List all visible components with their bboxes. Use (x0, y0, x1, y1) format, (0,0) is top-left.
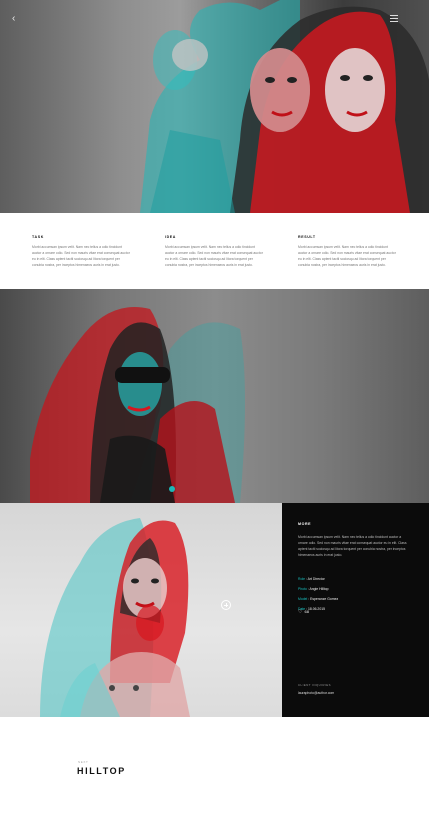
gallery-image-3 (0, 503, 282, 717)
meta-value: Esperanze Gomez (310, 597, 339, 601)
column-title: TASK (32, 235, 44, 239)
meta-value: Art Director (307, 577, 325, 581)
hero-photo-glitch (140, 0, 429, 213)
client-inquiries-label: CLIENT INQUIRIES (298, 683, 331, 687)
panel-title: MORE (298, 522, 312, 526)
column-result: RESULT Morbi accumsan ipsum velit. Nam n… (298, 235, 398, 268)
column-title: RESULT (298, 235, 316, 239)
portfolio-page: ‹ TASK Morbi accumsan ipsum velit. Nam n… (0, 0, 429, 817)
column-text: Morbi accumsan ipsum velit. Nam nec tell… (165, 245, 263, 267)
project-info-panel: MORE Morbi accumsan ipsum velit. Nam nec… (282, 503, 429, 717)
gallery-image-2 (0, 289, 429, 503)
meta-key: Photo (298, 587, 307, 591)
meta-key: Role (298, 577, 305, 581)
next-project-link[interactable]: HILLTOP (77, 766, 126, 776)
meta-role: Role : Art Director (298, 574, 410, 584)
plus-circle-icon[interactable] (221, 600, 231, 610)
chevron-left-icon[interactable]: ‹ (12, 13, 20, 25)
mid-photo-glitch (30, 307, 245, 503)
project-summary: TASK Morbi accumsan ipsum velit. Nam nec… (0, 213, 429, 289)
column-text: Morbi accumsan ipsum velit. Nam nec tell… (298, 245, 396, 267)
column-idea: IDEA Morbi accumsan ipsum velit. Nam nec… (165, 235, 265, 268)
client-email-link[interactable]: lauraphoto@author.com (298, 691, 334, 695)
next-label: NEXT (78, 760, 89, 764)
detail-photo-glitch (40, 518, 190, 717)
meta-value: Angie Hilltop (309, 587, 329, 591)
meta-key: Model (298, 597, 308, 601)
next-project: NEXT HILLTOP (0, 717, 429, 817)
meta-model: Model : Esperanze Gomez (298, 594, 410, 604)
meta-value: 18.06.2015 (308, 607, 325, 611)
project-meta-list: Role : Art Director Photo : Angie Hillto… (298, 574, 410, 614)
column-text: Morbi accumsan ipsum velit. Nam nec tell… (32, 245, 130, 267)
hero-image: ‹ (0, 0, 429, 213)
panel-description: Morbi accumsan ipsum velit. Nam nec tell… (298, 535, 407, 557)
meta-date: Date : 18.06.2015 (298, 604, 410, 614)
meta-photo: Photo : Angie Hilltop (298, 584, 410, 594)
like-count: 68 (304, 609, 309, 614)
heart-icon: ♡ (298, 609, 303, 615)
menu-icon[interactable] (390, 15, 398, 22)
column-task: TASK Morbi accumsan ipsum velit. Nam nec… (32, 235, 132, 268)
column-title: IDEA (165, 235, 176, 239)
like-button[interactable]: ♡ 68 (298, 609, 309, 615)
